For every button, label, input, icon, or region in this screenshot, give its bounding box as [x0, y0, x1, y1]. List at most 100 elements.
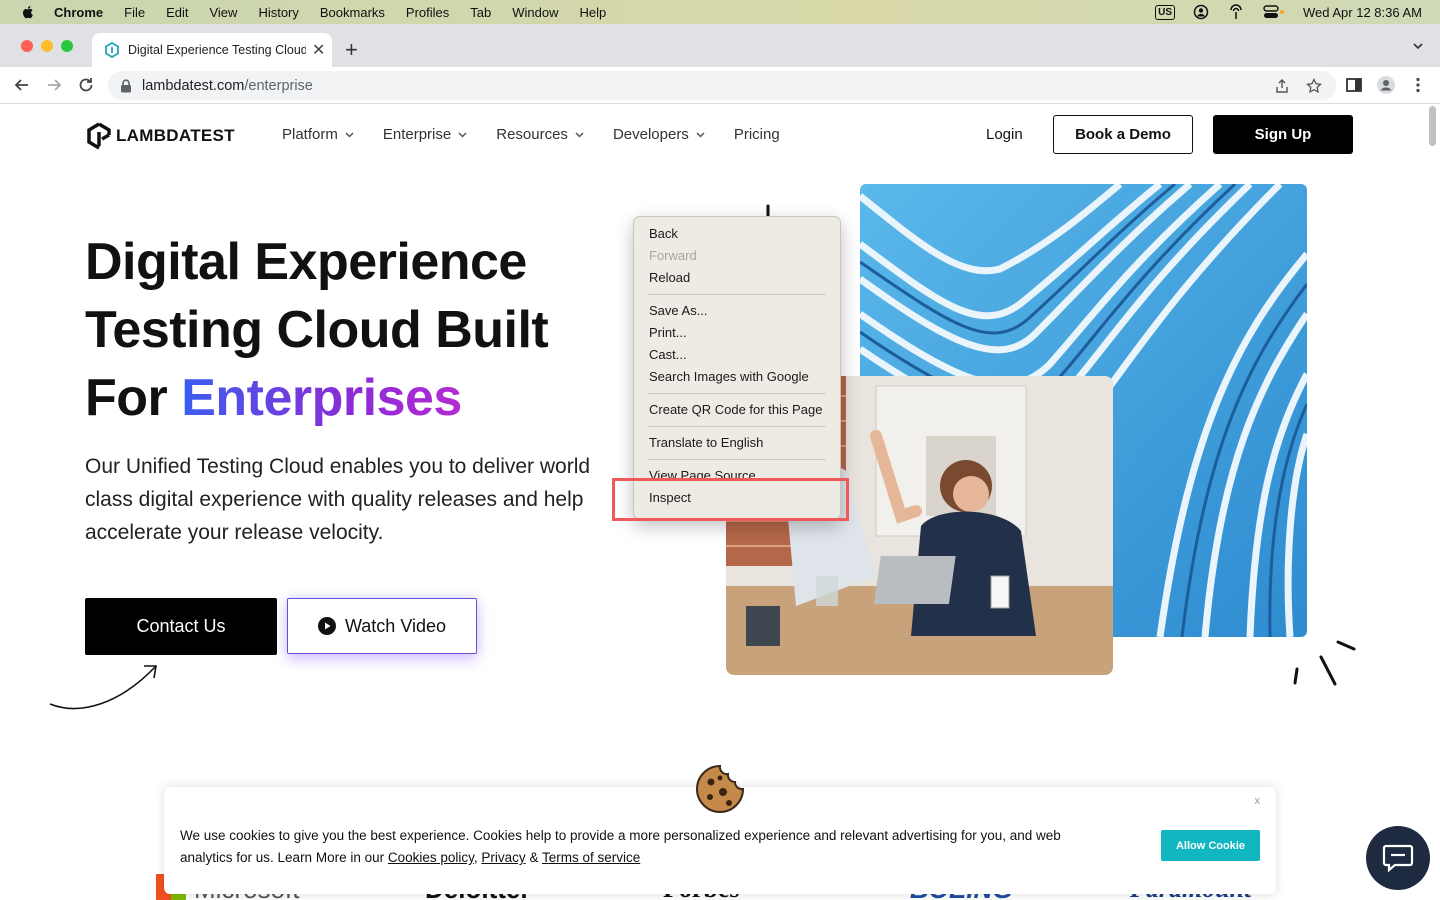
macos-menubar: Chrome File Edit View History Bookmarks …: [0, 0, 1440, 24]
login-link[interactable]: Login: [986, 126, 1023, 143]
user-circle-icon[interactable]: [1193, 4, 1209, 20]
cookie-text: We use cookies to give you the best expe…: [180, 825, 1080, 869]
inspect-highlight-box: [612, 478, 849, 521]
menu-help[interactable]: Help: [580, 5, 607, 20]
cookie-icon: [696, 764, 745, 813]
ctx-search-images[interactable]: Search Images with Google: [649, 366, 809, 388]
context-menu: Back Forward Reload Save As... Print... …: [633, 216, 841, 520]
ctx-cast[interactable]: Cast...: [649, 344, 687, 366]
url-path: /enterprise: [244, 77, 313, 94]
nav-developers[interactable]: Developers: [613, 126, 705, 143]
contact-us-button[interactable]: Contact Us: [85, 598, 277, 655]
side-panel-icon[interactable]: [1344, 75, 1364, 95]
terms-of-service-link[interactable]: Terms of service: [542, 850, 640, 865]
watch-video-label: Watch Video: [344, 615, 447, 636]
window-zoom-button[interactable]: [61, 40, 73, 52]
menubar-status-area: US Wed Apr 12 8:36 AM: [1155, 0, 1422, 24]
new-tab-plus-icon[interactable]: +: [345, 37, 358, 63]
nav-developers-label: Developers: [612, 126, 689, 143]
apple-icon[interactable]: [20, 4, 36, 20]
share-icon[interactable]: [1274, 78, 1290, 94]
book-demo-button[interactable]: Book a Demo: [1053, 115, 1193, 154]
lambdatest-logo[interactable]: LAMBDATEST: [86, 122, 235, 150]
play-circle-icon: [317, 617, 336, 635]
menu-edit[interactable]: Edit: [166, 5, 188, 20]
bookmark-star-icon[interactable]: [1306, 78, 1322, 94]
ctx-separator: [648, 294, 826, 295]
ctx-reload[interactable]: Reload: [649, 267, 690, 289]
hero-title-line-2: Testing Cloud Built: [85, 301, 549, 359]
hero-subtitle: Our Unified Testing Cloud enables you to…: [85, 455, 591, 544]
lock-icon[interactable]: [120, 78, 132, 93]
forward-arrow-icon[interactable]: [44, 75, 64, 95]
menu-profiles[interactable]: Profiles: [406, 5, 449, 20]
chrome-tab-strip: Digital Experience Testing Cloud ✕ +: [0, 24, 1440, 67]
nav-resources-label: Resources: [496, 126, 568, 143]
ctx-save-as[interactable]: Save As...: [649, 300, 708, 322]
ctx-separator: [648, 426, 826, 427]
decorative-arrow-icon: [49, 665, 157, 710]
chat-bubble-icon: [1382, 844, 1414, 873]
chevron-down-icon: [345, 132, 354, 138]
input-source-badge[interactable]: US: [1155, 4, 1175, 20]
menubar-clock[interactable]: Wed Apr 12 8:36 AM: [1303, 5, 1422, 20]
profile-avatar-icon[interactable]: [1376, 75, 1396, 95]
chevron-down-icon: [696, 132, 705, 138]
cookies-policy-link[interactable]: Cookies policy: [388, 850, 474, 865]
cookie-amp: &: [525, 850, 542, 865]
window-close-button[interactable]: [21, 40, 33, 52]
menu-bookmarks[interactable]: Bookmarks: [320, 5, 385, 20]
ctx-create-qr[interactable]: Create QR Code for this Page: [649, 399, 822, 421]
cookie-close-button[interactable]: x: [1255, 795, 1261, 807]
chevron-down-icon: [575, 132, 584, 138]
chevron-down-icon: [458, 132, 467, 138]
lambdatest-favicon-icon: [105, 42, 119, 58]
ctx-separator: [648, 393, 826, 394]
privacy-link[interactable]: Privacy: [481, 850, 525, 865]
menu-view[interactable]: View: [209, 5, 237, 20]
nav-enterprise[interactable]: Enterprise: [383, 126, 467, 143]
control-center-icon[interactable]: [1263, 4, 1285, 20]
hero-title: Digital Experience Testing Cloud Built F…: [85, 228, 645, 432]
tab-search-chevron-icon[interactable]: [1412, 40, 1424, 52]
airdrop-icon[interactable]: [1227, 4, 1245, 20]
hero-title-line-1: Digital Experience: [85, 233, 527, 291]
ctx-separator: [648, 459, 826, 460]
sign-up-button[interactable]: Sign Up: [1213, 115, 1353, 154]
decorative-spark-icon: [1293, 640, 1356, 686]
active-tab[interactable]: Digital Experience Testing Cloud ✕: [92, 33, 332, 67]
back-arrow-icon[interactable]: [12, 75, 32, 95]
ctx-print[interactable]: Print...: [649, 322, 687, 344]
menu-tab[interactable]: Tab: [470, 5, 491, 20]
nav-pricing-label: Pricing: [733, 126, 780, 143]
ctx-translate[interactable]: Translate to English: [649, 432, 763, 454]
menu-app-chrome[interactable]: Chrome: [54, 5, 103, 20]
nav-enterprise-label: Enterprise: [382, 126, 452, 143]
chrome-toolbar: lambdatest.com/enterprise: [0, 67, 1440, 104]
watch-video-button[interactable]: Watch Video: [287, 598, 477, 654]
menu-window[interactable]: Window: [512, 5, 558, 20]
ctx-forward: Forward: [649, 248, 697, 263]
tab-title: Digital Experience Testing Cloud: [128, 43, 306, 57]
ctx-back[interactable]: Back: [649, 223, 678, 245]
page-scrollbar[interactable]: [1429, 106, 1436, 146]
reload-icon[interactable]: [76, 75, 96, 95]
window-minimize-button[interactable]: [41, 40, 53, 52]
nav-resources[interactable]: Resources: [496, 126, 584, 143]
ctx-view-source[interactable]: View Page Source: [649, 465, 756, 479]
url-host: lambdatest.com: [142, 77, 245, 94]
menu-file[interactable]: File: [124, 5, 145, 20]
chat-widget-button[interactable]: [1366, 826, 1430, 890]
lambdatest-logo-icon: [87, 122, 111, 150]
address-bar[interactable]: lambdatest.com/enterprise: [108, 71, 1336, 100]
nav-pricing[interactable]: Pricing: [734, 126, 780, 143]
nav-platform-label: Platform: [282, 126, 338, 143]
nav-platform[interactable]: Platform: [282, 126, 354, 143]
tab-close-icon[interactable]: ✕: [312, 40, 325, 60]
menu-history[interactable]: History: [258, 5, 298, 20]
allow-cookie-button[interactable]: Allow Cookie: [1161, 830, 1260, 861]
primary-nav: Platform Enterprise Resources Developers…: [282, 126, 809, 143]
logo-wordmark: LAMBDATEST: [116, 126, 235, 145]
kebab-menu-icon[interactable]: [1408, 75, 1428, 95]
hero-title-highlight: Enterprises: [181, 369, 462, 427]
